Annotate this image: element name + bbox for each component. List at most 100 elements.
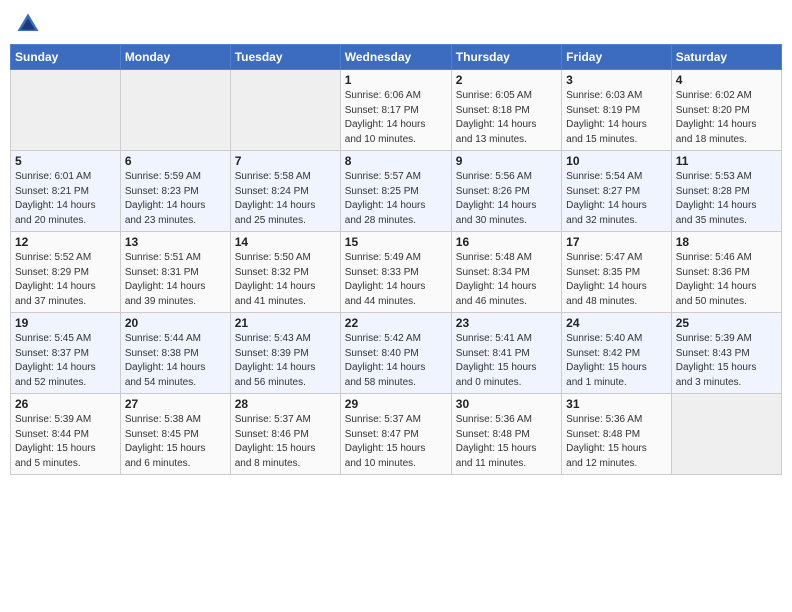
day-info: Sunrise: 5:39 AM Sunset: 8:43 PM Dayligh… xyxy=(676,332,777,390)
calendar-cell: 18Sunrise: 5:46 AM Sunset: 8:36 PM Dayli… xyxy=(671,232,781,313)
day-info: Sunrise: 6:05 AM Sunset: 8:18 PM Dayligh… xyxy=(456,89,557,147)
day-info: Sunrise: 5:39 AM Sunset: 8:44 PM Dayligh… xyxy=(15,413,116,471)
calendar-cell: 28 Sunrise: 5:37 AM Sunset: 8:46 PM Dayli… xyxy=(230,394,340,475)
day-number: 31 xyxy=(566,397,667,411)
week-row-2: 5 Sunrise: 6:01 AM Sunset: 8:21 PM Daylig… xyxy=(11,151,782,232)
day-number: 3 xyxy=(566,73,667,87)
weekday-header-tuesday: Tuesday xyxy=(230,45,340,70)
day-number: 6 xyxy=(125,154,226,168)
calendar-cell: 20 Sunrise: 5:44 AM Sunset: 8:38 PM Dayli… xyxy=(120,313,230,394)
day-info: Sunrise: 5:58 AM Sunset: 8:24 PM Dayligh… xyxy=(235,170,336,228)
week-row-4: 19Sunrise: 5:45 AM Sunset: 8:37 PM Dayli… xyxy=(11,313,782,394)
weekday-header-row: SundayMondayTuesdayWednesdayThursdayFrid… xyxy=(11,45,782,70)
day-info: Sunrise: 6:03 AM Sunset: 8:19 PM Dayligh… xyxy=(566,89,667,147)
calendar-cell: 22 Sunrise: 5:42 AM Sunset: 8:40 PM Dayli… xyxy=(340,313,451,394)
day-info: Sunrise: 5:36 AM Sunset: 8:48 PM Dayligh… xyxy=(456,413,557,471)
calendar-cell: 12 Sunrise: 5:52 AM Sunset: 8:29 PM Dayli… xyxy=(11,232,121,313)
day-number: 20 xyxy=(125,316,226,330)
calendar-cell: 11 Sunrise: 5:53 AM Sunset: 8:28 PM Dayli… xyxy=(671,151,781,232)
day-info: Sunrise: 5:49 AM Sunset: 8:33 PM Dayligh… xyxy=(345,251,447,309)
calendar-cell: 30 Sunrise: 5:36 AM Sunset: 8:48 PM Dayli… xyxy=(451,394,561,475)
day-info: Sunrise: 5:52 AM Sunset: 8:29 PM Dayligh… xyxy=(15,251,116,309)
calendar-cell: 25 Sunrise: 5:39 AM Sunset: 8:43 PM Dayli… xyxy=(671,313,781,394)
day-info: Sunrise: 5:44 AM Sunset: 8:38 PM Dayligh… xyxy=(125,332,226,390)
day-number: 12 xyxy=(15,235,116,249)
day-info: Sunrise: 5:51 AM Sunset: 8:31 PM Dayligh… xyxy=(125,251,226,309)
calendar-cell: 17Sunrise: 5:47 AM Sunset: 8:35 PM Dayli… xyxy=(562,232,672,313)
day-number: 10 xyxy=(566,154,667,168)
day-number: 16 xyxy=(456,235,557,249)
day-number: 14 xyxy=(235,235,336,249)
day-info: Sunrise: 5:48 AM Sunset: 8:34 PM Dayligh… xyxy=(456,251,557,309)
day-number: 24 xyxy=(566,316,667,330)
logo-icon xyxy=(14,10,42,38)
weekday-header-wednesday: Wednesday xyxy=(340,45,451,70)
calendar-cell: 3 Sunrise: 6:03 AM Sunset: 8:19 PM Daylig… xyxy=(562,70,672,151)
day-info: Sunrise: 5:53 AM Sunset: 8:28 PM Dayligh… xyxy=(676,170,777,228)
week-row-5: 26 Sunrise: 5:39 AM Sunset: 8:44 PM Dayli… xyxy=(11,394,782,475)
day-info: Sunrise: 5:41 AM Sunset: 8:41 PM Dayligh… xyxy=(456,332,557,390)
day-number: 27 xyxy=(125,397,226,411)
calendar-cell: 24 Sunrise: 5:40 AM Sunset: 8:42 PM Dayli… xyxy=(562,313,672,394)
day-info: Sunrise: 5:38 AM Sunset: 8:45 PM Dayligh… xyxy=(125,413,226,471)
day-number: 22 xyxy=(345,316,447,330)
day-info: Sunrise: 5:54 AM Sunset: 8:27 PM Dayligh… xyxy=(566,170,667,228)
weekday-header-monday: Monday xyxy=(120,45,230,70)
calendar-cell: 1 Sunrise: 6:06 AM Sunset: 8:17 PM Daylig… xyxy=(340,70,451,151)
day-number: 25 xyxy=(676,316,777,330)
calendar-table: SundayMondayTuesdayWednesdayThursdayFrid… xyxy=(10,44,782,475)
calendar-cell xyxy=(230,70,340,151)
calendar-cell: 8Sunrise: 5:57 AM Sunset: 8:25 PM Daylig… xyxy=(340,151,451,232)
calendar-cell: 31 Sunrise: 5:36 AM Sunset: 8:48 PM Dayli… xyxy=(562,394,672,475)
day-number: 1 xyxy=(345,73,447,87)
day-number: 28 xyxy=(235,397,336,411)
calendar-cell: 13 Sunrise: 5:51 AM Sunset: 8:31 PM Dayli… xyxy=(120,232,230,313)
week-row-3: 12 Sunrise: 5:52 AM Sunset: 8:29 PM Dayli… xyxy=(11,232,782,313)
day-info: Sunrise: 5:42 AM Sunset: 8:40 PM Dayligh… xyxy=(345,332,447,390)
calendar-cell: 15 Sunrise: 5:49 AM Sunset: 8:33 PM Dayli… xyxy=(340,232,451,313)
day-number: 26 xyxy=(15,397,116,411)
day-number: 2 xyxy=(456,73,557,87)
calendar-cell: 16 Sunrise: 5:48 AM Sunset: 8:34 PM Dayli… xyxy=(451,232,561,313)
day-info: Sunrise: 6:01 AM Sunset: 8:21 PM Dayligh… xyxy=(15,170,116,228)
calendar-cell xyxy=(671,394,781,475)
calendar-cell: 6 Sunrise: 5:59 AM Sunset: 8:23 PM Daylig… xyxy=(120,151,230,232)
day-number: 15 xyxy=(345,235,447,249)
day-info: Sunrise: 5:43 AM Sunset: 8:39 PM Dayligh… xyxy=(235,332,336,390)
day-number: 4 xyxy=(676,73,777,87)
weekday-header-saturday: Saturday xyxy=(671,45,781,70)
week-row-1: 1 Sunrise: 6:06 AM Sunset: 8:17 PM Daylig… xyxy=(11,70,782,151)
day-number: 13 xyxy=(125,235,226,249)
day-info: Sunrise: 5:59 AM Sunset: 8:23 PM Dayligh… xyxy=(125,170,226,228)
day-info: Sunrise: 5:36 AM Sunset: 8:48 PM Dayligh… xyxy=(566,413,667,471)
day-info: Sunrise: 6:02 AM Sunset: 8:20 PM Dayligh… xyxy=(676,89,777,147)
day-info: Sunrise: 5:37 AM Sunset: 8:46 PM Dayligh… xyxy=(235,413,336,471)
calendar-cell: 23Sunrise: 5:41 AM Sunset: 8:41 PM Dayli… xyxy=(451,313,561,394)
weekday-header-thursday: Thursday xyxy=(451,45,561,70)
day-number: 9 xyxy=(456,154,557,168)
calendar-cell: 9 Sunrise: 5:56 AM Sunset: 8:26 PM Daylig… xyxy=(451,151,561,232)
day-number: 18 xyxy=(676,235,777,249)
calendar-cell: 21Sunrise: 5:43 AM Sunset: 8:39 PM Dayli… xyxy=(230,313,340,394)
day-number: 19 xyxy=(15,316,116,330)
calendar-cell xyxy=(120,70,230,151)
day-info: Sunrise: 5:56 AM Sunset: 8:26 PM Dayligh… xyxy=(456,170,557,228)
calendar-cell: 29Sunrise: 5:37 AM Sunset: 8:47 PM Dayli… xyxy=(340,394,451,475)
day-info: Sunrise: 5:50 AM Sunset: 8:32 PM Dayligh… xyxy=(235,251,336,309)
calendar-cell: 14 Sunrise: 5:50 AM Sunset: 8:32 PM Dayli… xyxy=(230,232,340,313)
weekday-header-friday: Friday xyxy=(562,45,672,70)
day-number: 11 xyxy=(676,154,777,168)
day-number: 5 xyxy=(15,154,116,168)
day-number: 8 xyxy=(345,154,447,168)
day-number: 17 xyxy=(566,235,667,249)
calendar-cell: 27 Sunrise: 5:38 AM Sunset: 8:45 PM Dayli… xyxy=(120,394,230,475)
weekday-header-sunday: Sunday xyxy=(11,45,121,70)
calendar-cell: 4 Sunrise: 6:02 AM Sunset: 8:20 PM Daylig… xyxy=(671,70,781,151)
day-info: Sunrise: 6:06 AM Sunset: 8:17 PM Dayligh… xyxy=(345,89,447,147)
day-info: Sunrise: 5:40 AM Sunset: 8:42 PM Dayligh… xyxy=(566,332,667,390)
day-number: 29 xyxy=(345,397,447,411)
page-header xyxy=(10,10,782,38)
calendar-cell: 5 Sunrise: 6:01 AM Sunset: 8:21 PM Daylig… xyxy=(11,151,121,232)
day-number: 30 xyxy=(456,397,557,411)
day-number: 7 xyxy=(235,154,336,168)
